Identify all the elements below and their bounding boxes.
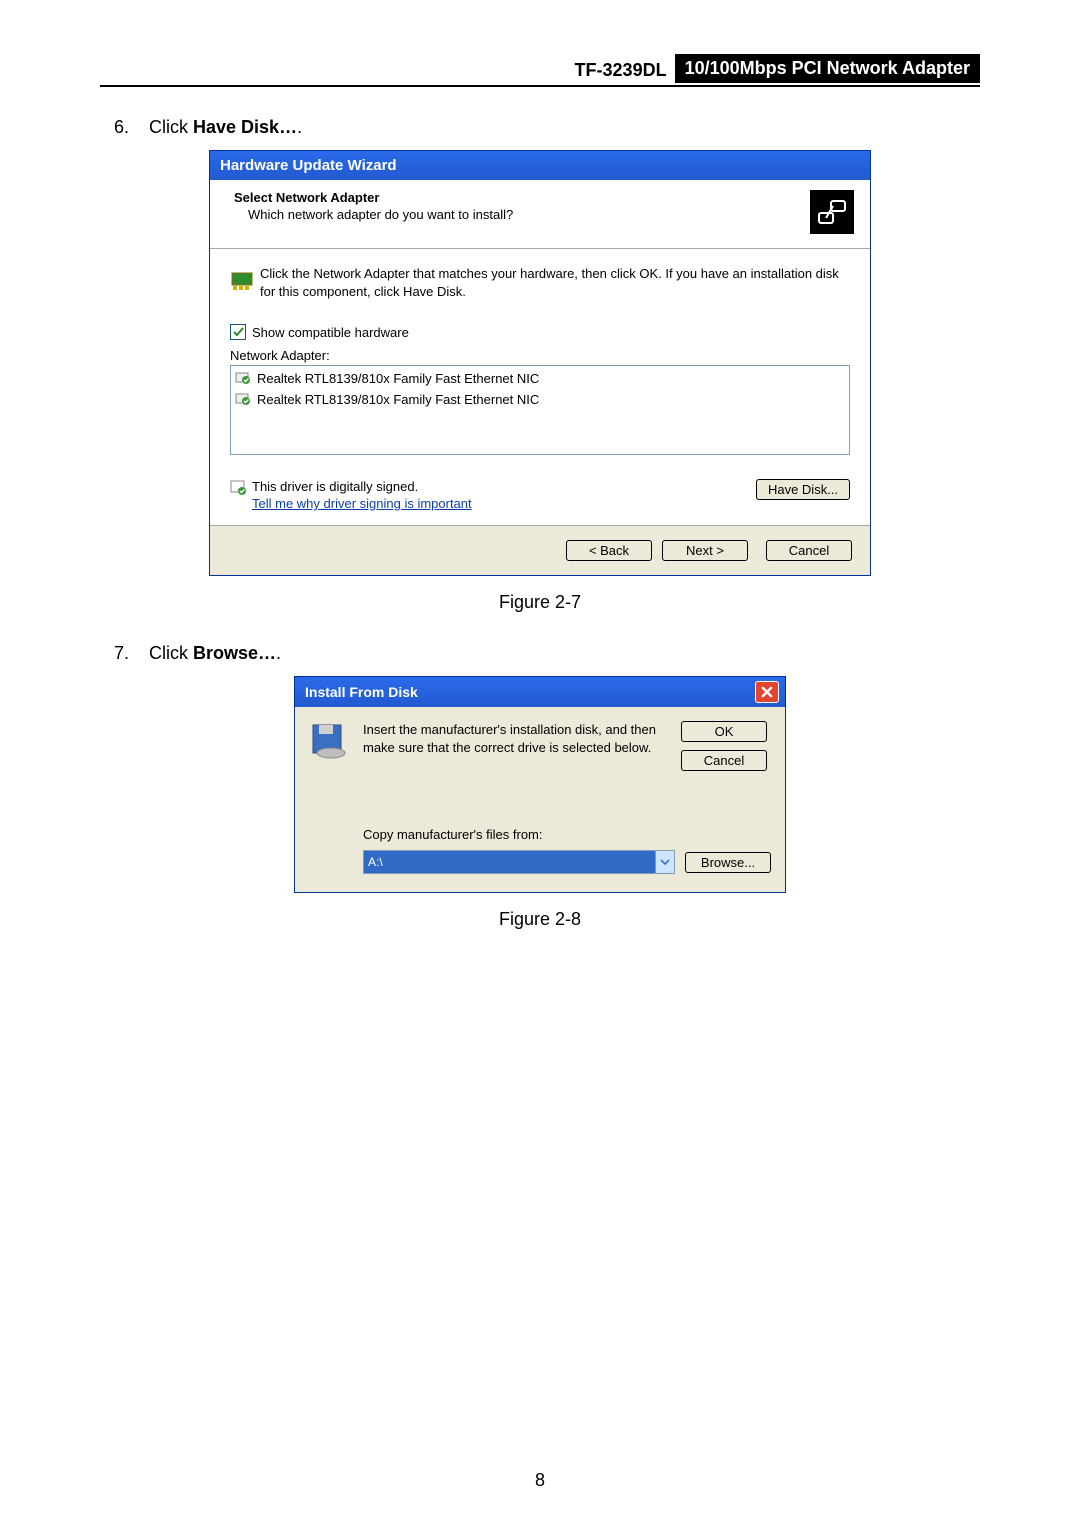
adapter-card-icon bbox=[230, 267, 260, 296]
info-text: Click the Network Adapter that matches y… bbox=[260, 265, 850, 300]
instruction-text: Insert the manufacturer's installation d… bbox=[363, 721, 673, 756]
step-text-bold: Have Disk… bbox=[193, 117, 297, 137]
step-text-suffix: . bbox=[276, 643, 281, 663]
dialog-title: Install From Disk bbox=[305, 684, 418, 700]
page-number: 8 bbox=[0, 1470, 1080, 1491]
browse-button[interactable]: Browse... bbox=[685, 852, 771, 873]
have-disk-button[interactable]: Have Disk... bbox=[756, 479, 850, 500]
adapter-list-item[interactable]: Realtek RTL8139/810x Family Fast Etherne… bbox=[231, 389, 849, 410]
signed-driver-icon bbox=[235, 390, 253, 409]
show-compatible-label: Show compatible hardware bbox=[252, 325, 409, 340]
dialog-header-subtitle: Which network adapter do you want to ins… bbox=[248, 207, 810, 222]
step-text-prefix: Click bbox=[149, 643, 193, 663]
certificate-icon bbox=[230, 479, 252, 500]
path-combobox[interactable]: A:\ bbox=[363, 850, 675, 874]
show-compatible-checkbox[interactable]: Show compatible hardware bbox=[230, 324, 850, 340]
back-button[interactable]: < Back bbox=[566, 540, 652, 561]
model-code: TF-3239DL bbox=[567, 58, 675, 83]
install-from-disk-dialog: Install From Disk Insert the manufacture… bbox=[294, 676, 786, 893]
step-number: 6. bbox=[114, 117, 144, 138]
step-text-bold: Browse… bbox=[193, 643, 276, 663]
adapter-list-label: Network Adapter: bbox=[230, 348, 850, 363]
dialog-title: Hardware Update Wizard bbox=[210, 151, 870, 180]
dialog-header: Select Network Adapter Which network ada… bbox=[210, 180, 870, 249]
checkbox-checked-icon bbox=[230, 324, 246, 340]
close-button[interactable] bbox=[755, 681, 779, 703]
driver-signed-text: This driver is digitally signed. bbox=[252, 479, 756, 494]
step-text-suffix: . bbox=[297, 117, 302, 137]
adapter-list[interactable]: Realtek RTL8139/810x Family Fast Etherne… bbox=[230, 365, 850, 455]
adapter-list-item[interactable]: Realtek RTL8139/810x Family Fast Etherne… bbox=[231, 368, 849, 389]
figure-caption: Figure 2-8 bbox=[100, 909, 980, 930]
dialog-header-title: Select Network Adapter bbox=[234, 190, 810, 205]
product-subtitle: 10/100Mbps PCI Network Adapter bbox=[675, 54, 980, 83]
cancel-button[interactable]: Cancel bbox=[681, 750, 767, 771]
copy-from-label: Copy manufacturer's files from: bbox=[363, 827, 771, 842]
cancel-button[interactable]: Cancel bbox=[766, 540, 852, 561]
page-header: TF-3239DL 10/100Mbps PCI Network Adapter bbox=[100, 54, 980, 87]
figure-caption: Figure 2-7 bbox=[100, 592, 980, 613]
path-value: A:\ bbox=[364, 851, 655, 873]
adapter-name: Realtek RTL8139/810x Family Fast Etherne… bbox=[257, 392, 539, 407]
dialog-footer: < Back Next > Cancel bbox=[210, 525, 870, 575]
chevron-down-icon[interactable] bbox=[655, 851, 674, 873]
step-6: 6. Click Have Disk…. bbox=[114, 117, 980, 138]
step-number: 7. bbox=[114, 643, 144, 664]
adapter-name: Realtek RTL8139/810x Family Fast Etherne… bbox=[257, 371, 539, 386]
floppy-disk-icon bbox=[309, 721, 355, 764]
next-button[interactable]: Next > bbox=[662, 540, 748, 561]
ok-button[interactable]: OK bbox=[681, 721, 767, 742]
driver-signing-link[interactable]: Tell me why driver signing is important bbox=[252, 496, 472, 511]
dialog-body: Click the Network Adapter that matches y… bbox=[210, 249, 870, 525]
hardware-update-wizard-dialog: Hardware Update Wizard Select Network Ad… bbox=[209, 150, 871, 576]
step-text-prefix: Click bbox=[149, 117, 193, 137]
step-7: 7. Click Browse…. bbox=[114, 643, 980, 664]
network-adapter-icon bbox=[810, 190, 854, 234]
signed-driver-icon bbox=[235, 369, 253, 388]
